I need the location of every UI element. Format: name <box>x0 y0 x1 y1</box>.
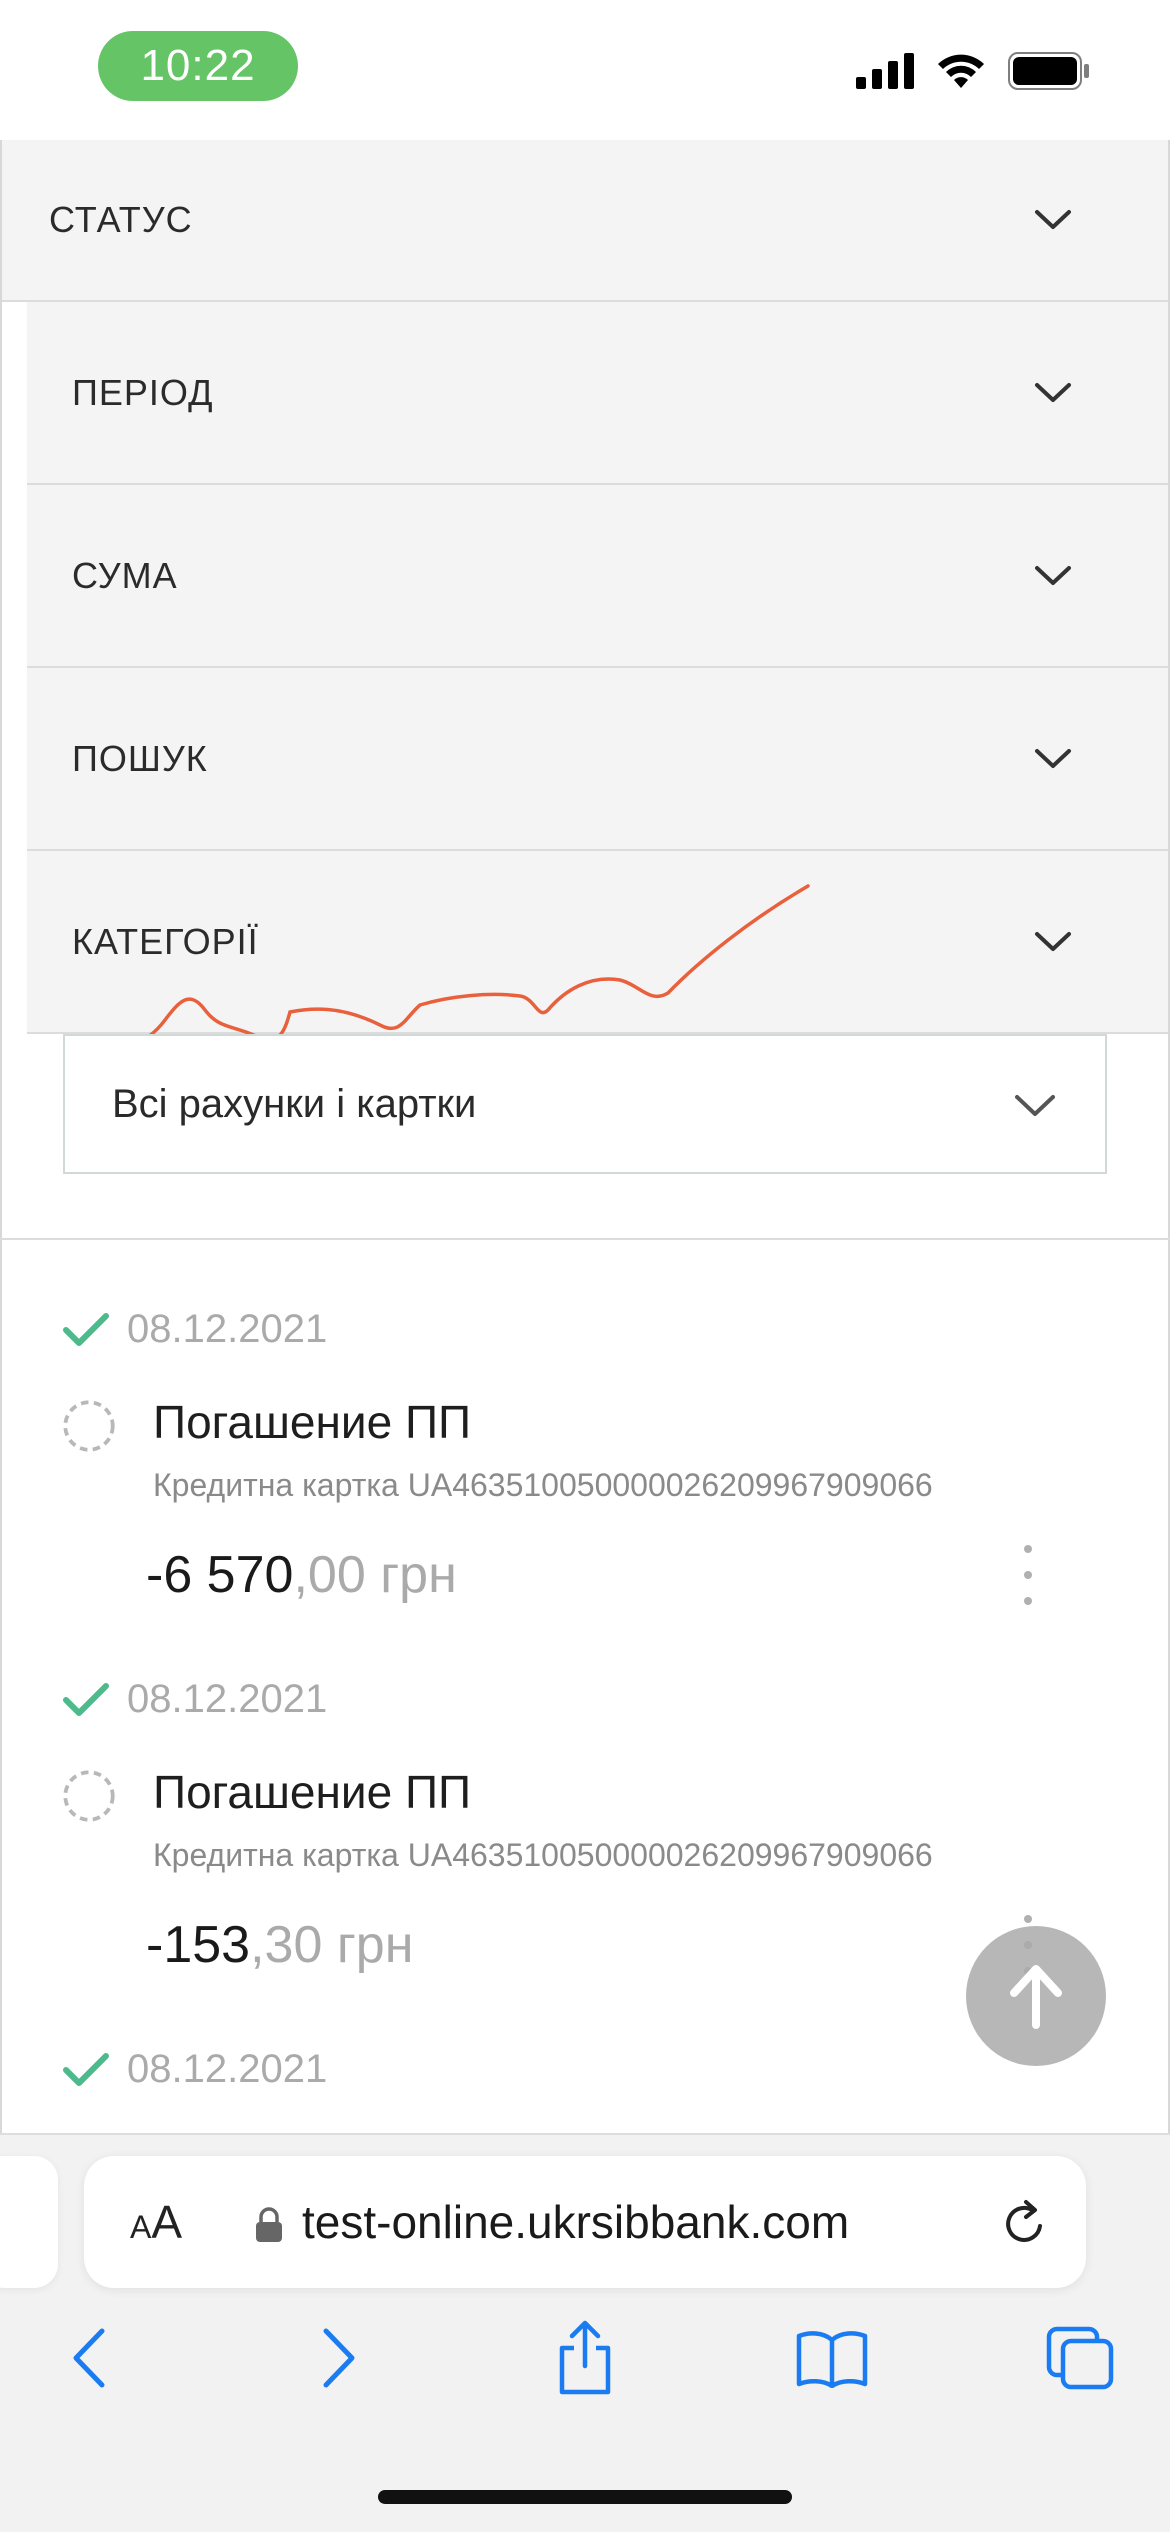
section-divider <box>0 1238 1170 1240</box>
pending-circle-icon <box>63 1770 115 1822</box>
battery-icon <box>1008 52 1089 90</box>
status-time: 10:22 <box>98 31 298 101</box>
chevron-right-icon <box>323 2328 355 2388</box>
transaction-date: 08.12.2021 <box>127 2047 328 2091</box>
status-icons <box>856 52 1090 90</box>
back-button[interactable] <box>48 2318 128 2398</box>
bookmarks-button[interactable] <box>792 2318 872 2398</box>
chevron-left-icon <box>73 2328 105 2388</box>
filter-period-label: ПЕРІОД <box>72 371 214 413</box>
reload-icon[interactable] <box>1002 2198 1048 2246</box>
filter-search[interactable]: ПОШУК <box>27 668 1168 851</box>
check-icon <box>63 1682 109 1716</box>
lock-icon <box>256 2207 282 2242</box>
transaction-account: Кредитна картка UA4635100500000262099679… <box>153 1467 933 1503</box>
previous-tab-peek[interactable] <box>0 2156 58 2288</box>
address-bar[interactable]: AA test-online.ukrsibbank.com <box>84 2156 1086 2288</box>
filter-period[interactable]: ПЕРІОД <box>27 302 1168 485</box>
filter-status-label: СТАТУС <box>49 199 193 240</box>
browser-chrome-border <box>0 2133 1170 2135</box>
filter-status[interactable]: СТАТУС <box>2 140 1168 302</box>
check-icon <box>63 2052 109 2086</box>
filter-amount[interactable]: СУМА <box>27 485 1168 668</box>
transaction-date: 08.12.2021 <box>127 1677 328 1721</box>
home-indicator <box>378 2490 792 2504</box>
browser-toolbar <box>0 2318 1170 2408</box>
account-select-value: Всі рахунки і картки <box>112 1081 477 1126</box>
tabs-icon <box>1046 2326 1114 2390</box>
amount-decimal: ,00 грн <box>293 1546 457 1604</box>
content-border-left <box>0 140 2 2133</box>
arrow-up-icon <box>1010 1965 1062 2029</box>
amount-integer: -6 570 <box>146 1546 294 1604</box>
share-icon <box>559 2320 611 2395</box>
transaction-account: Кредитна картка UA4635100500000262099679… <box>153 1837 933 1873</box>
chevron-down-icon <box>1035 748 1071 768</box>
transaction-amount: -153,30 грн <box>146 1915 413 1975</box>
amount-integer: -153 <box>146 1916 251 1974</box>
share-button[interactable] <box>545 2318 625 2398</box>
chevron-down-icon <box>1035 931 1071 951</box>
filter-categories-label: КАТЕГОРІЇ <box>72 920 259 962</box>
transaction-amount: -6 570,00 грн <box>146 1545 457 1605</box>
transaction-date-row: 08.12.2021 <box>63 1677 327 1722</box>
url-text[interactable]: test-online.ukrsibbank.com <box>302 2195 849 2249</box>
wifi-icon <box>938 54 984 88</box>
chevron-down-icon <box>1035 210 1071 229</box>
forward-button[interactable] <box>300 2318 380 2398</box>
transaction-title[interactable]: Погашение ПП <box>153 1765 471 1819</box>
check-icon <box>63 1312 109 1346</box>
filter-amount-label: СУМА <box>72 554 178 596</box>
chevron-down-icon <box>1015 1095 1055 1116</box>
account-select[interactable]: Всі рахунки і картки <box>63 1034 1107 1174</box>
transaction-date-row: 08.12.2021 <box>63 1307 327 1352</box>
scroll-to-top-button[interactable] <box>966 1926 1106 2066</box>
more-options-icon[interactable] <box>1018 1545 1038 1605</box>
book-icon <box>796 2331 868 2388</box>
transaction-title[interactable]: Погашение ПП <box>153 1395 471 1449</box>
pending-circle-icon <box>63 1400 115 1452</box>
chevron-down-icon <box>1035 382 1071 402</box>
cellular-signal-icon <box>856 53 914 89</box>
text-size-button[interactable]: AA <box>130 2195 182 2249</box>
filter-categories[interactable]: КАТЕГОРІЇ <box>27 851 1168 1034</box>
transaction-date: 08.12.2021 <box>127 1307 328 1351</box>
amount-decimal: ,30 грн <box>250 1916 414 1974</box>
status-bar: 10:22 <box>0 0 1170 140</box>
chevron-down-icon <box>1035 565 1071 585</box>
filter-search-label: ПОШУК <box>72 737 208 779</box>
transaction-date-row: 08.12.2021 <box>63 2047 327 2092</box>
tabs-button[interactable] <box>1040 2318 1120 2398</box>
